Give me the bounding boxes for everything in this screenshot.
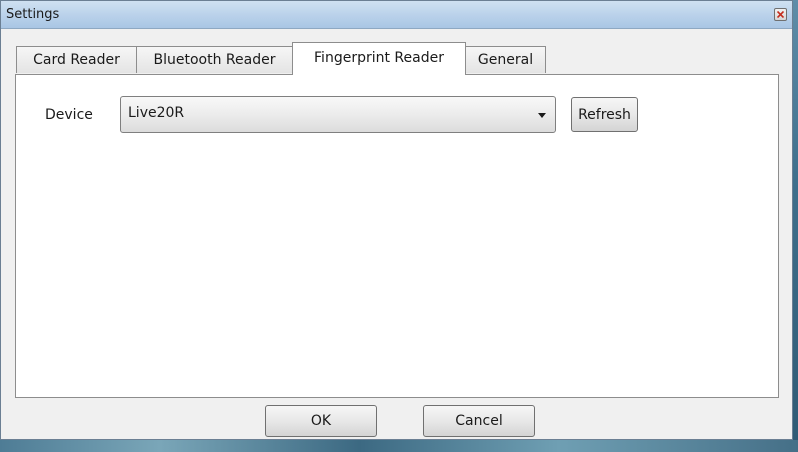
fingerprint-reader-panel: Device Live20R Refresh (15, 74, 779, 398)
tab-bluetooth-reader[interactable]: Bluetooth Reader (136, 46, 293, 73)
settings-window: Settings Card Reader Bluetooth Reader Fi… (0, 0, 793, 440)
window-title: Settings (6, 7, 60, 22)
refresh-button[interactable]: Refresh (571, 97, 638, 132)
device-label: Device (45, 107, 93, 123)
tab-general[interactable]: General (465, 46, 546, 73)
close-button[interactable] (774, 8, 787, 21)
chevron-down-icon (538, 113, 546, 118)
device-selected-value: Live20R (128, 105, 185, 121)
cancel-button[interactable]: Cancel (423, 405, 535, 437)
title-bar[interactable]: Settings (1, 1, 792, 29)
tab-fingerprint-reader[interactable]: Fingerprint Reader (292, 42, 466, 75)
device-select[interactable]: Live20R (120, 96, 556, 133)
close-icon (777, 11, 784, 18)
tab-card-reader[interactable]: Card Reader (16, 46, 137, 73)
ok-button[interactable]: OK (265, 405, 377, 437)
desktop-background (0, 440, 798, 452)
